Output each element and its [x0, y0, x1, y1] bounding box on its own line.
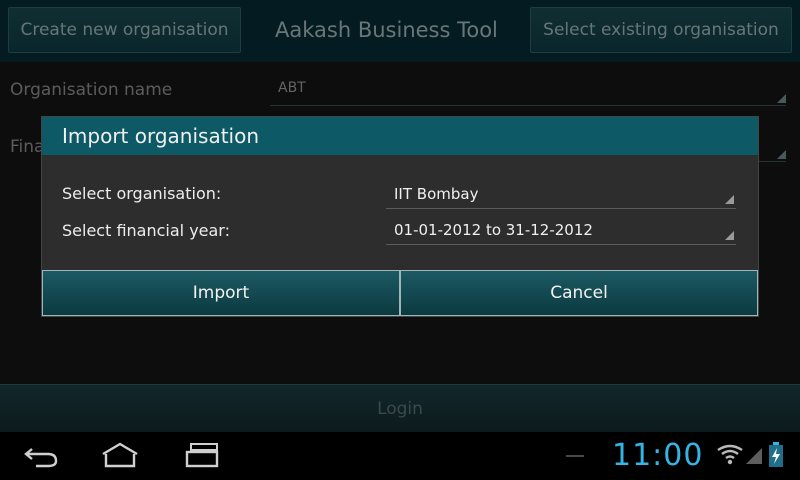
back-icon[interactable]: [22, 440, 60, 474]
select-organisation-value: IIT Bombay: [394, 185, 479, 203]
dialog-title: Import organisation: [42, 117, 758, 155]
wifi-icon: [716, 444, 744, 470]
battery-charging-icon: [768, 442, 784, 472]
home-icon[interactable]: [100, 440, 140, 474]
select-organisation-spinner[interactable]: IIT Bombay: [386, 179, 736, 209]
select-organisation-label: Select organisation:: [62, 184, 222, 203]
screen: Create new organisation Aakash Business …: [0, 0, 800, 480]
cancel-button[interactable]: Cancel: [400, 270, 758, 316]
import-organisation-dialog: Import organisation Select organisation:…: [41, 116, 759, 317]
select-financial-year-value: 01-01-2012 to 31-12-2012: [394, 221, 593, 239]
dropdown-corner-icon: [725, 195, 734, 204]
notification-dash: [566, 455, 584, 457]
dropdown-corner-icon: [725, 231, 734, 240]
select-financial-year-label: Select financial year:: [62, 221, 230, 240]
select-financial-year-spinner[interactable]: 01-01-2012 to 31-12-2012: [386, 215, 736, 245]
import-button[interactable]: Import: [42, 270, 400, 316]
clock: 11:00: [612, 438, 704, 473]
recent-apps-icon[interactable]: [182, 440, 222, 474]
signal-icon: [744, 444, 764, 470]
